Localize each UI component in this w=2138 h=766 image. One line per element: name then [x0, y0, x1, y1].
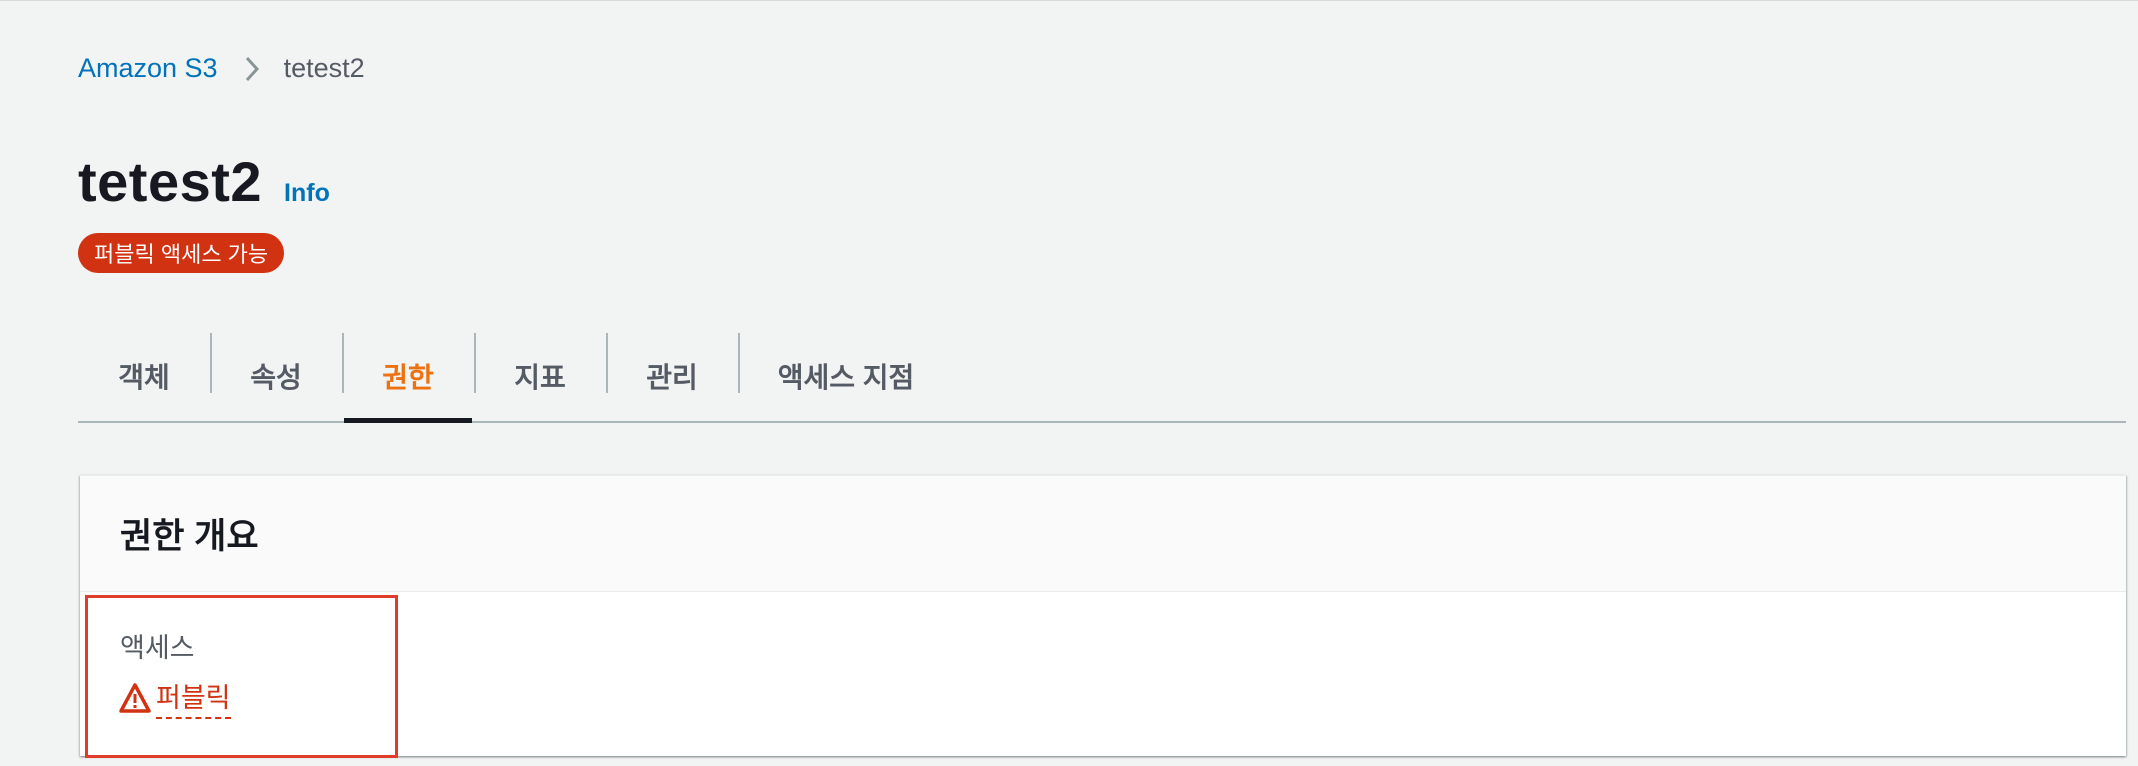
- tab-objects[interactable]: 객체: [78, 331, 210, 421]
- permissions-overview-panel: 권한 개요 액세스 퍼블릭: [80, 475, 2126, 758]
- page-header: tetest2 Info: [78, 149, 330, 214]
- tab-permissions[interactable]: 권한: [342, 331, 474, 423]
- access-label: 액세스: [120, 633, 195, 663]
- tab-properties[interactable]: 속성: [210, 331, 342, 421]
- access-status[interactable]: 퍼블릭: [118, 676, 231, 719]
- tab-metrics[interactable]: 지표: [474, 331, 606, 421]
- breadcrumb-link-amazon-s3[interactable]: Amazon S3: [78, 53, 218, 84]
- tab-access-points[interactable]: 액세스 지점: [738, 331, 954, 421]
- status-badge: 퍼블릭 액세스 가능: [78, 233, 285, 273]
- info-link[interactable]: Info: [284, 179, 330, 208]
- warning-icon: [118, 682, 152, 714]
- breadcrumb-current: tetest2: [283, 53, 365, 83]
- tab-bar: 객체 속성 권한 지표 관리 액세스 지점: [78, 331, 2126, 423]
- panel-header: 권한 개요: [80, 476, 2126, 592]
- breadcrumb: Amazon S3 tetest2: [78, 53, 365, 84]
- access-value: 퍼블릭: [156, 676, 231, 719]
- panel-body: 액세스 퍼블릭: [80, 592, 2126, 758]
- panel-title: 권한 개요: [120, 517, 259, 556]
- tab-management[interactable]: 관리: [606, 331, 738, 421]
- page-title: tetest2: [78, 150, 263, 213]
- chevron-right-icon: [244, 55, 260, 83]
